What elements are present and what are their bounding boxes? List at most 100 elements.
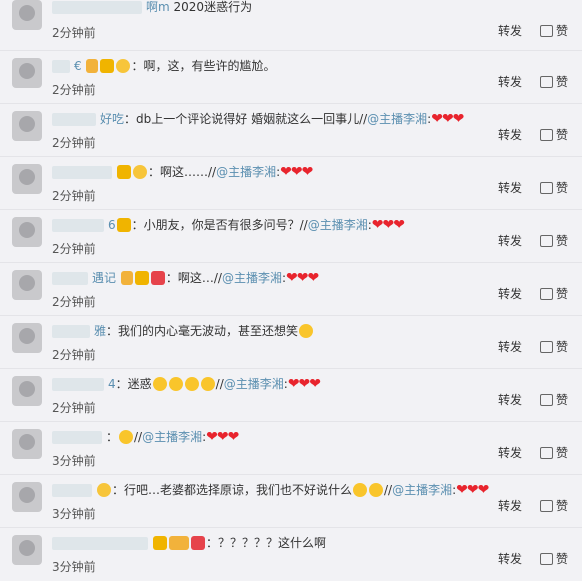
username-blurred[interactable] [52, 431, 102, 444]
like-button[interactable]: 赞 [540, 126, 568, 143]
avatar[interactable] [12, 164, 42, 194]
comment-line: 啊m 2020迷惑行为 [52, 0, 252, 16]
comment-row: ：行吧…老婆都选择原谅，我们也不好说什么//@主播李湘:❤❤❤ 3分钟前 转发 … [0, 475, 582, 528]
username-blurred[interactable] [52, 378, 104, 391]
forward-button[interactable]: 转发 [498, 444, 522, 461]
like-label: 赞 [556, 499, 569, 513]
comment-line: 4：迷惑//@主播李湘:❤❤❤ [52, 375, 321, 393]
like-button[interactable]: 赞 [540, 444, 568, 461]
comment-row: € ：啊，这，有些许的尴尬。 2分钟前 转发 赞 [0, 51, 582, 104]
username-tail[interactable]: 遇记 [92, 271, 116, 285]
bulb-badge-icon [133, 164, 147, 179]
comment-list: 啊m 2020迷惑行为 2分钟前 转发 赞 € ：啊，这，有些许的尴尬。 2分钟… [0, 0, 582, 578]
thumbs-up-icon [540, 234, 553, 247]
separator: // [384, 483, 393, 497]
forward-button[interactable]: 转发 [498, 285, 522, 302]
comment-time: 2分钟前 [52, 295, 96, 309]
comment-text: ：啊，这，有些许的尴尬。 [131, 59, 276, 73]
laughing-emoji-icon [299, 323, 314, 338]
forward-button[interactable]: 转发 [498, 391, 522, 408]
comment-line: 雅：我们的内心毫无波动，甚至还想笑 [52, 322, 314, 340]
username-blurred[interactable] [52, 1, 142, 14]
thumbs-up-icon [540, 393, 553, 406]
username-blurred[interactable] [52, 60, 70, 73]
avatar[interactable] [12, 217, 42, 247]
forward-button[interactable]: 转发 [498, 126, 522, 143]
comment-time: 3分钟前 [52, 507, 96, 521]
comment-time: 2分钟前 [52, 242, 96, 256]
like-button[interactable]: 赞 [540, 232, 568, 249]
mention-link[interactable]: @主播李湘 [142, 430, 202, 444]
forward-button[interactable]: 转发 [498, 550, 522, 567]
username-blurred[interactable] [52, 537, 148, 550]
confused-emoji-icon [152, 376, 167, 391]
like-label: 赞 [556, 24, 569, 38]
comment-time: 2分钟前 [52, 83, 96, 97]
avatar[interactable] [12, 323, 42, 353]
heart-badge-icon [150, 270, 165, 285]
username-blurred[interactable] [52, 484, 92, 497]
comment-time: 3分钟前 [52, 560, 96, 574]
avatar[interactable] [12, 0, 42, 30]
like-button[interactable]: 赞 [540, 338, 568, 355]
avatar[interactable] [12, 111, 42, 141]
forward-button[interactable]: 转发 [498, 232, 522, 249]
comment-time: 3分钟前 [52, 454, 96, 468]
like-button[interactable]: 赞 [540, 22, 568, 39]
comment-text: ：db上一个评论说得好 婚姻就这么一回事儿// [124, 112, 368, 126]
mention-link[interactable]: @主播李湘 [392, 483, 452, 497]
avatar[interactable] [12, 270, 42, 300]
username-tail[interactable]: 6 [108, 218, 116, 232]
like-button[interactable]: 赞 [540, 179, 568, 196]
mention-link[interactable]: @主播李湘 [367, 112, 427, 126]
comment-text: ：？？？？？这什么啊 [206, 536, 327, 550]
username-blurred[interactable] [52, 325, 90, 338]
mention-link[interactable]: @主播李湘 [222, 271, 282, 285]
thumbs-up-icon [540, 287, 553, 300]
avatar[interactable] [12, 535, 42, 565]
vip-badge-icon [86, 58, 99, 73]
forward-button[interactable]: 转发 [498, 179, 522, 196]
mention-link[interactable]: @主播李湘 [224, 377, 284, 391]
confused-emoji-icon [184, 376, 199, 391]
username-blurred[interactable] [52, 219, 104, 232]
confused-emoji-icon [200, 376, 215, 391]
forward-button[interactable]: 转发 [498, 338, 522, 355]
avatar[interactable] [12, 58, 42, 88]
username-blurred[interactable] [52, 166, 112, 179]
username-tail[interactable]: 雅 [94, 324, 106, 338]
like-button[interactable]: 赞 [540, 391, 568, 408]
comment-line: ：行吧…老婆都选择原谅，我们也不好说什么//@主播李湘:❤❤❤ [52, 481, 489, 499]
like-label: 赞 [556, 446, 569, 460]
mention-link[interactable]: @主播李湘 [308, 218, 368, 232]
username-blurred[interactable] [52, 113, 96, 126]
like-label: 赞 [556, 234, 569, 248]
comment-text: ：啊这……// [148, 165, 217, 179]
forward-button[interactable]: 转发 [498, 497, 522, 514]
username-blurred[interactable] [52, 272, 88, 285]
comment-time: 2分钟前 [52, 189, 96, 203]
like-button[interactable]: 赞 [540, 497, 568, 514]
bulb-badge-icon [116, 58, 131, 73]
comment-text: ：行吧…老婆都选择原谅，我们也不好说什么 [112, 483, 353, 497]
avatar[interactable] [12, 429, 42, 459]
username-tail[interactable]: 啊m [146, 0, 170, 14]
forward-button[interactable]: 转发 [498, 22, 522, 39]
avatar[interactable] [12, 376, 42, 406]
thumbs-up-icon [540, 552, 553, 565]
thumbs-up-icon [540, 340, 553, 353]
username-tail[interactable]: 好吃 [100, 112, 124, 126]
comment-line: 6 ：小朋友，你是否有很多问号？//@主播李湘:❤❤❤ [52, 216, 405, 234]
username-tail[interactable]: 4 [108, 377, 116, 391]
like-button[interactable]: 赞 [540, 73, 568, 90]
forward-button[interactable]: 转发 [498, 73, 522, 90]
like-button[interactable]: 赞 [540, 285, 568, 302]
fan-badge-icon [153, 535, 167, 550]
comment-time: 2分钟前 [52, 136, 96, 150]
like-button[interactable]: 赞 [540, 550, 568, 567]
like-label: 赞 [556, 75, 569, 89]
heart-emojis: ❤❤❤ [206, 429, 239, 445]
username-tail[interactable]: € [74, 59, 82, 73]
avatar[interactable] [12, 482, 42, 512]
mention-link[interactable]: @主播李湘 [216, 165, 276, 179]
